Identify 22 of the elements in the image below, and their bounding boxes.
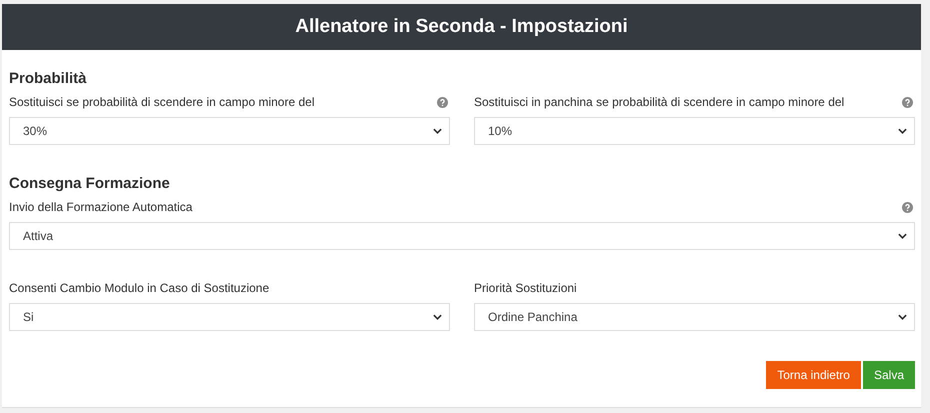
- select-field[interactable]: Si: [9, 303, 450, 331]
- section-heading: Consegna Formazione: [9, 175, 171, 192]
- help-icon[interactable]: [902, 202, 913, 212]
- field-label: Sostituisci se probabilità di scendere in campo minore del: [9, 95, 314, 109]
- chevron-icon: [898, 128, 907, 134]
- field-label: Sostituisci in panchina se probabilità di scendere in campo minore del: [474, 95, 844, 109]
- field-label: Priorità Sostituzioni: [474, 281, 577, 295]
- select-field[interactable]: 30%: [9, 117, 450, 145]
- chevron-icon: [433, 314, 442, 320]
- chevron-icon: [898, 314, 907, 320]
- help-icon[interactable]: [437, 96, 448, 108]
- page-title: Allenatore in Seconda - Impostazioni: [295, 16, 628, 38]
- save-button[interactable]: Salva: [862, 361, 915, 389]
- chevron-icon: [433, 128, 442, 134]
- field-label: Consenti Cambio Modulo in Caso di Sostituzione: [9, 281, 270, 295]
- help-icon[interactable]: [902, 96, 913, 108]
- chevron-icon: [898, 233, 907, 239]
- section-heading: Probabilità: [9, 70, 88, 87]
- select-field[interactable]: 10%: [474, 117, 915, 145]
- select-field[interactable]: Ordine Panchina: [474, 303, 915, 331]
- field-label: Invio della Formazione Automatica: [9, 200, 192, 214]
- select-field[interactable]: Attiva: [9, 222, 915, 250]
